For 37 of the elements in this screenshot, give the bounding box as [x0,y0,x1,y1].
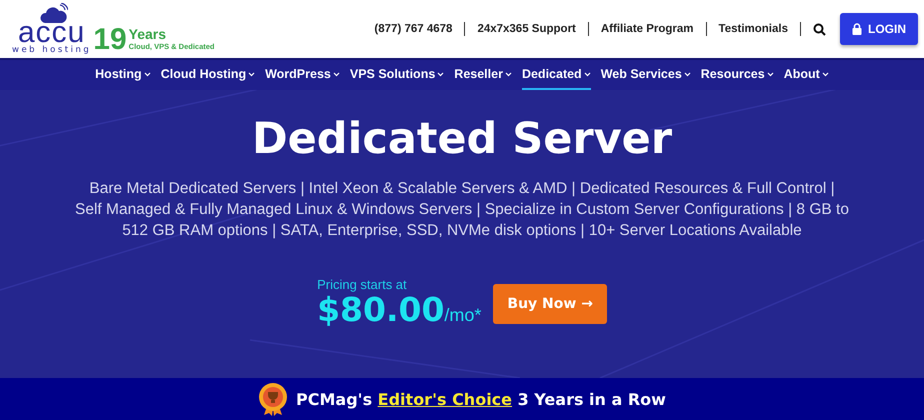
header-link[interactable]: Affiliate Program [600,23,694,35]
chevron-down-icon [504,72,512,76]
pricing-label: Pricing starts at [317,277,408,292]
years-label: Years [128,27,168,42]
chevron-down-icon [584,72,591,76]
nav-item[interactable]: WordPress [265,60,340,90]
chevron-down-icon [248,72,256,76]
nav-item[interactable]: Reseller [454,60,512,90]
chevron-down-icon [766,72,774,76]
price: $80.00 [317,292,444,328]
header-link[interactable]: (877) 767 4678 [374,23,452,35]
chevron-down-icon [437,72,444,76]
price-unit: /mo* [444,305,482,326]
chevron-down-icon [144,72,151,76]
nav-item[interactable]: VPS Solutions [350,60,444,90]
editors-choice-link[interactable]: Editor's Choice [378,390,512,408]
cloud-icon [40,3,68,25]
nav-item[interactable]: Cloud Hosting [160,60,256,90]
logo-tagline: web hosting [12,45,92,55]
login-button[interactable]: LOGIN [840,13,918,45]
logo-wordmark: accu [18,21,86,45]
lock-icon [852,23,862,35]
nav-item[interactable]: Hosting [95,60,151,90]
hero-description: Bare Metal Dedicated Servers | Intel Xeon & Scalable Servers & AMD | Dedicated Resources & Full Control | Self Managed & Fully Managed Linux & Windows Servers | Specialize in Custom Server Configurations | 8 GB to 512 GB RAM options | SATA, Enterprise, SSD, NVMe disk options | 10+ Server Locations Available [74,179,850,241]
hero-title: Dedicated Server [252,114,672,164]
nav-item[interactable]: Resources [700,60,774,90]
nav-item[interactable]: Web Services [600,60,691,90]
chevron-down-icon [332,72,340,76]
header-link[interactable]: 24x7x365 Support [477,23,576,35]
header-link[interactable]: Testimonials [718,23,788,35]
years-number: 19 [93,25,127,55]
search-icon[interactable] [813,22,826,36]
award-text: PCMag's Editor's Choice 3 Years in a Row [296,390,666,408]
chevron-down-icon [684,72,691,76]
chevron-down-icon [822,72,829,76]
award-medal-icon [258,382,288,416]
nav-item[interactable]: About [784,60,829,90]
